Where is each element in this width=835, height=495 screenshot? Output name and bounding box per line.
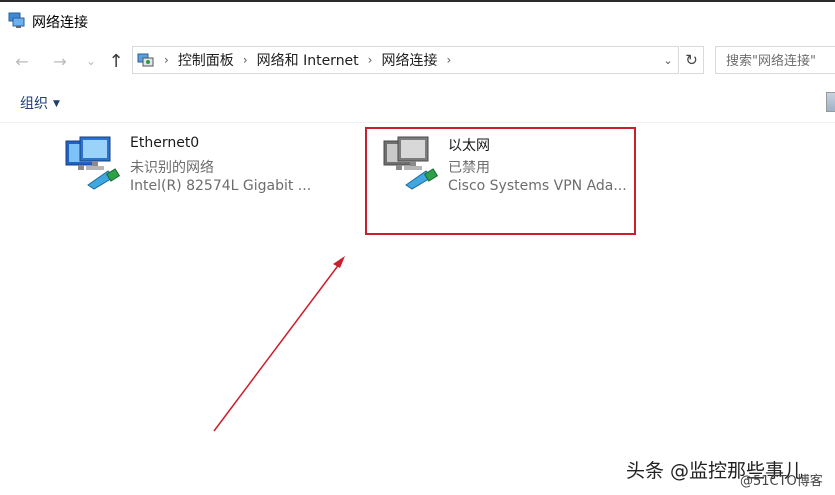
watermark-subtext: @51CTO博客 [740, 474, 823, 489]
navigation-bar: ← → ⌄ ↑ › 控制面板 › 网络和 Internet › 网络连接 › ⌄… [0, 40, 835, 80]
organize-caret-icon: ▼ [53, 99, 60, 109]
breadcrumb-network-internet[interactable]: 网络和 Internet [257, 50, 359, 70]
network-connections-icon [8, 12, 25, 28]
highlight-box [365, 127, 636, 235]
organize-button[interactable]: 组织 ▼ [20, 93, 60, 113]
breadcrumb-separator[interactable]: › [243, 53, 248, 67]
address-dropdown-icon[interactable]: ⌄ [658, 47, 678, 73]
breadcrumb-separator[interactable]: › [164, 53, 169, 67]
search-input[interactable] [724, 48, 835, 74]
refresh-icon[interactable]: ↻ [680, 46, 704, 74]
change-view-icon[interactable] [826, 92, 835, 112]
address-bar[interactable]: › 控制面板 › 网络和 Internet › 网络连接 › ⌄ [132, 46, 679, 74]
forward-arrow-icon[interactable]: → [49, 50, 71, 72]
breadcrumb-control-panel[interactable]: 控制面板 [178, 50, 234, 70]
network-adapter-icon [65, 136, 121, 190]
connection-status: 未识别的网络 [130, 160, 214, 176]
organize-label: 组织 [20, 96, 48, 112]
search-box[interactable] [715, 46, 835, 74]
breadcrumb-separator[interactable]: › [368, 53, 373, 67]
command-bar: 组织 ▼ [0, 82, 835, 123]
up-arrow-icon[interactable]: ↑ [105, 50, 127, 72]
breadcrumb-network-connections[interactable]: 网络连接 [381, 50, 437, 70]
connection-item-ethernet0[interactable]: Ethernet0 未识别的网络 Intel(R) 82574L Gigabit… [64, 123, 324, 194]
recent-locations-chevron-icon[interactable]: ⌄ [80, 50, 102, 72]
breadcrumb-separator[interactable]: › [446, 53, 451, 67]
connection-name: Ethernet0 [130, 135, 200, 151]
connection-device: Intel(R) 82574L Gigabit ... [130, 178, 312, 194]
title-bar: 网络连接 [0, 0, 835, 40]
back-arrow-icon[interactable]: ← [11, 50, 33, 72]
window-title: 网络连接 [32, 15, 88, 31]
control-panel-location-icon [137, 53, 154, 67]
